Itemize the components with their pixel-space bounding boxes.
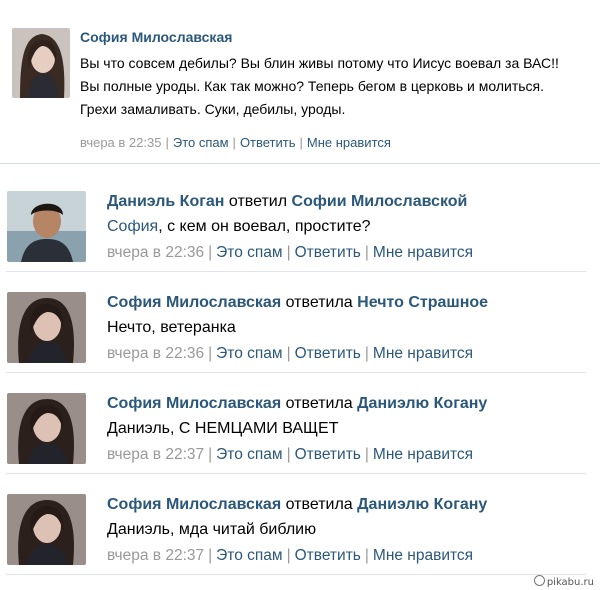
reply-text: Даниэль, С НЕМЦАМИ ВАЩЕТ (107, 420, 338, 438)
reply-message: , с кем он воевал, простите? (158, 218, 371, 235)
reply-target[interactable]: Даниэлю Когану (357, 496, 487, 513)
separator: | (364, 547, 369, 564)
like-link[interactable]: Мне нравится (373, 446, 473, 463)
reply-message: Нечто, ветеранка (107, 319, 236, 336)
reply-item: София Милославская ответила Даниэлю Кога… (0, 475, 600, 575)
reply-text: София, с кем он воевал, простите? (107, 218, 371, 236)
reply-time[interactable]: вчера в 22:37 (107, 547, 204, 564)
separator: | (286, 446, 291, 463)
reply-header: Даниэль Коган ответил Софии Милославской (107, 193, 467, 211)
separator: | (208, 446, 213, 463)
reply-link[interactable]: Ответить (295, 244, 361, 261)
divider (6, 271, 586, 272)
divider (6, 574, 586, 575)
spam-link[interactable]: Это спам (216, 547, 282, 564)
separator: | (299, 135, 303, 150)
comment-author[interactable]: София Милославская (80, 29, 232, 45)
avatar[interactable] (7, 393, 86, 464)
like-link[interactable]: Мне нравится (373, 345, 473, 362)
avatar[interactable] (7, 191, 86, 262)
reply-verb: ответила (285, 496, 353, 513)
reply-meta: вчера в 22:37 | Это спам | Ответить | Мне нрав… (107, 547, 473, 565)
pikabu-icon (533, 575, 545, 586)
separator: | (364, 446, 369, 463)
reply-meta: вчера в 22:36 | Это спам | Ответить | Мне нрав… (107, 244, 473, 262)
reply-header: София Милославская ответила Даниэлю Кога… (107, 496, 487, 514)
separator: | (208, 244, 213, 261)
comment-meta: вчера в 22:35 | Это спам | Ответить | Мне нрав… (80, 135, 391, 150)
reply-link[interactable]: Ответить (295, 345, 361, 362)
reply-item: София Милославская ответила Нечто Страшн… (0, 273, 600, 373)
reply-meta: вчера в 22:37 | Это спам | Ответить | Мне нрав… (107, 446, 473, 464)
separator: | (364, 345, 369, 362)
reply-message: Даниэль, мда читай библию (107, 521, 317, 538)
divider (6, 372, 586, 373)
separator: | (232, 135, 236, 150)
reply-author[interactable]: София Милославская (107, 395, 281, 412)
reply-target[interactable]: Софии Милославской (292, 193, 468, 210)
reply-time[interactable]: вчера в 22:37 (107, 446, 204, 463)
avatar[interactable] (7, 292, 86, 363)
reply-author[interactable]: София Милославская (107, 496, 281, 513)
spam-link[interactable]: Это спам (216, 244, 282, 261)
reply-text: Даниэль, мда читай библию (107, 521, 316, 539)
reply-verb: ответила (285, 395, 353, 412)
reply-header: София Милославская ответила Нечто Страшн… (107, 294, 488, 312)
avatar[interactable] (12, 28, 70, 98)
watermark: pikabu.ru (533, 575, 594, 588)
reply-header: София Милославская ответила Даниэлю Кога… (107, 395, 487, 413)
reply-link[interactable]: Ответить (240, 135, 296, 150)
separator: | (286, 547, 291, 564)
reply-message: Даниэль, С НЕМЦАМИ ВАЩЕТ (107, 420, 339, 437)
reply-link[interactable]: Ответить (295, 547, 361, 564)
separator: | (208, 345, 213, 362)
watermark-text: pikabu.ru (546, 577, 594, 588)
like-link[interactable]: Мне нравится (373, 547, 473, 564)
separator: | (165, 135, 169, 150)
reply-item: София Милославская ответила Даниэлю Кога… (0, 374, 600, 474)
spam-link[interactable]: Это спам (173, 135, 229, 150)
reply-addressee[interactable]: София (107, 218, 158, 235)
reply-link[interactable]: Ответить (295, 446, 361, 463)
reply-target[interactable]: Нечто Страшное (357, 294, 488, 311)
separator: | (286, 345, 291, 362)
avatar[interactable] (7, 494, 86, 565)
reply-text: Нечто, ветеранка (107, 319, 236, 337)
reply-item: Даниэль Коган ответил Софии Милославской… (0, 172, 600, 272)
reply-time[interactable]: вчера в 22:36 (107, 244, 204, 261)
comment-time[interactable]: вчера в 22:35 (80, 135, 161, 150)
like-link[interactable]: Мне нравится (373, 244, 473, 261)
like-link[interactable]: Мне нравится (307, 135, 391, 150)
reply-author[interactable]: Даниэль Коган (107, 193, 224, 210)
separator: | (208, 547, 213, 564)
reply-target[interactable]: Даниэлю Когану (357, 395, 487, 412)
reply-meta: вчера в 22:36 | Это спам | Ответить | Мне нрав… (107, 345, 473, 363)
reply-verb: ответил (228, 193, 288, 210)
original-comment: София Милославская Вы что совсем дебилы?… (0, 0, 600, 164)
separator: | (364, 244, 369, 261)
reply-time[interactable]: вчера в 22:36 (107, 345, 204, 362)
reply-author[interactable]: София Милославская (107, 294, 281, 311)
separator: | (286, 244, 291, 261)
spam-link[interactable]: Это спам (216, 446, 282, 463)
spam-link[interactable]: Это спам (216, 345, 282, 362)
reply-verb: ответила (285, 294, 353, 311)
comment-text: Вы что совсем дебилы? Вы блин живы потом… (80, 55, 559, 117)
divider (6, 473, 586, 474)
